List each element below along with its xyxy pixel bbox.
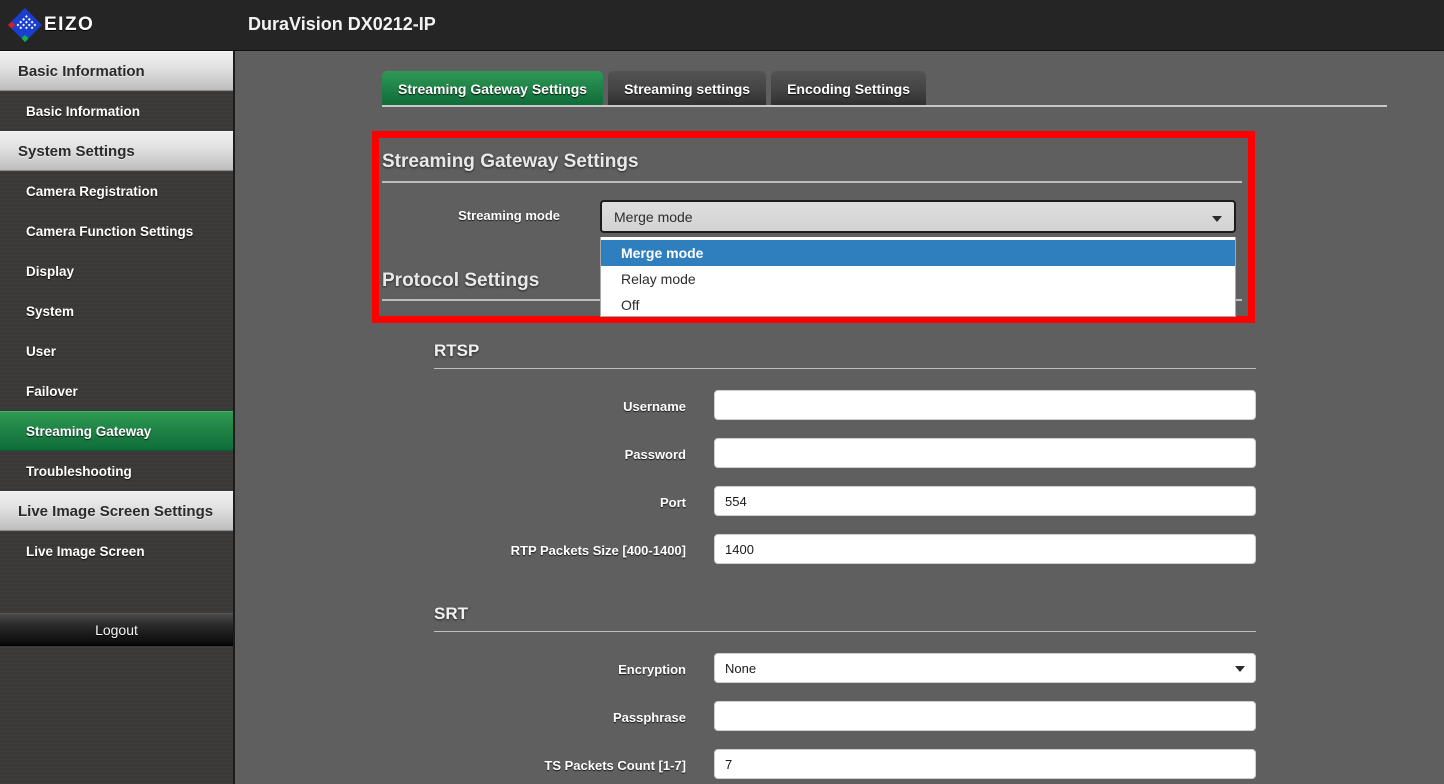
sidebar-item-troubleshooting[interactable]: Troubleshooting xyxy=(0,451,233,491)
username-input[interactable] xyxy=(714,390,1256,420)
label-port: Port xyxy=(660,495,686,510)
sidebar: Basic Information Basic Information Syst… xyxy=(0,51,235,784)
tab-streaming-settings[interactable]: Streaming settings xyxy=(608,71,767,106)
sidebar-group-system-settings: System Settings xyxy=(0,131,233,171)
section-title-streaming-gateway-settings: Streaming Gateway Settings xyxy=(382,151,639,172)
streaming-mode-select-value: Merge mode xyxy=(614,208,693,225)
label-rtp-packets-size: RTP Packets Size [400-1400] xyxy=(510,543,686,558)
sidebar-item-live-image-screen[interactable]: Live Image Screen xyxy=(0,531,233,571)
logout-button[interactable]: Logout xyxy=(0,613,233,646)
sidebar-item-failover[interactable]: Failover xyxy=(0,371,233,411)
tab-encoding-settings[interactable]: Encoding Settings xyxy=(771,71,926,106)
subsection-title-rtsp: RTSP xyxy=(434,341,480,360)
brand-logo: EIZO xyxy=(8,6,118,44)
label-username: Username xyxy=(623,399,686,414)
sidebar-item-basic-information[interactable]: Basic Information xyxy=(0,91,233,131)
sidebar-group-basic-information: Basic Information xyxy=(0,51,233,91)
sidebar-item-system[interactable]: System xyxy=(0,291,233,331)
brand-name: EIZO xyxy=(44,14,95,35)
eizo-diamond-logo-icon xyxy=(8,8,42,42)
dropdown-option-merge-mode[interactable]: Merge mode xyxy=(601,240,1235,266)
dropdown-option-off[interactable]: Off xyxy=(601,292,1235,318)
subsection-rule-srt xyxy=(434,631,1256,632)
rtp-packets-size-input[interactable] xyxy=(714,534,1256,564)
label-ts-packets-count: TS Packets Count [1-7] xyxy=(544,758,686,773)
subsection-title-srt: SRT xyxy=(434,604,468,623)
tab-bar: Streaming Gateway Settings Streaming set… xyxy=(382,68,931,106)
sidebar-item-camera-registration[interactable]: Camera Registration xyxy=(0,171,233,211)
chevron-down-icon xyxy=(1212,216,1222,222)
sidebar-group-live-image-screen-settings: Live Image Screen Settings xyxy=(0,491,233,531)
streaming-mode-dropdown-list[interactable]: Merge mode Relay mode Off xyxy=(600,237,1236,317)
section-rule-gateway xyxy=(382,181,1242,183)
tab-streaming-gateway-settings[interactable]: Streaming Gateway Settings xyxy=(382,71,604,106)
label-password: Password xyxy=(624,447,686,462)
tab-underline xyxy=(382,105,1387,107)
subsection-rule-rtsp xyxy=(434,368,1256,369)
label-streaming-mode: Streaming mode xyxy=(458,208,560,223)
label-encryption: Encryption xyxy=(618,662,686,677)
sidebar-item-streaming-gateway[interactable]: Streaming Gateway xyxy=(0,411,233,451)
sidebar-item-user[interactable]: User xyxy=(0,331,233,371)
label-passphrase: Passphrase xyxy=(613,710,686,725)
streaming-mode-select[interactable]: Merge mode xyxy=(600,200,1236,233)
encryption-select[interactable]: None xyxy=(714,653,1256,683)
chevron-down-icon xyxy=(1235,666,1245,672)
ts-packets-count-input[interactable] xyxy=(714,749,1256,779)
password-input[interactable] xyxy=(714,438,1256,468)
section-title-protocol-settings: Protocol Settings xyxy=(382,270,540,291)
dropdown-option-relay-mode[interactable]: Relay mode xyxy=(601,266,1235,292)
content-area: Streaming Gateway Settings Streaming set… xyxy=(235,51,1444,784)
sidebar-item-camera-function-settings[interactable]: Camera Function Settings xyxy=(0,211,233,251)
port-input[interactable] xyxy=(714,486,1256,516)
top-bar: EIZO DuraVision DX0212-IP xyxy=(0,0,1444,51)
app-title: DuraVision DX0212-IP xyxy=(248,14,436,34)
encryption-select-value: None xyxy=(725,660,757,676)
sidebar-item-display[interactable]: Display xyxy=(0,251,233,291)
passphrase-input[interactable] xyxy=(714,701,1256,731)
